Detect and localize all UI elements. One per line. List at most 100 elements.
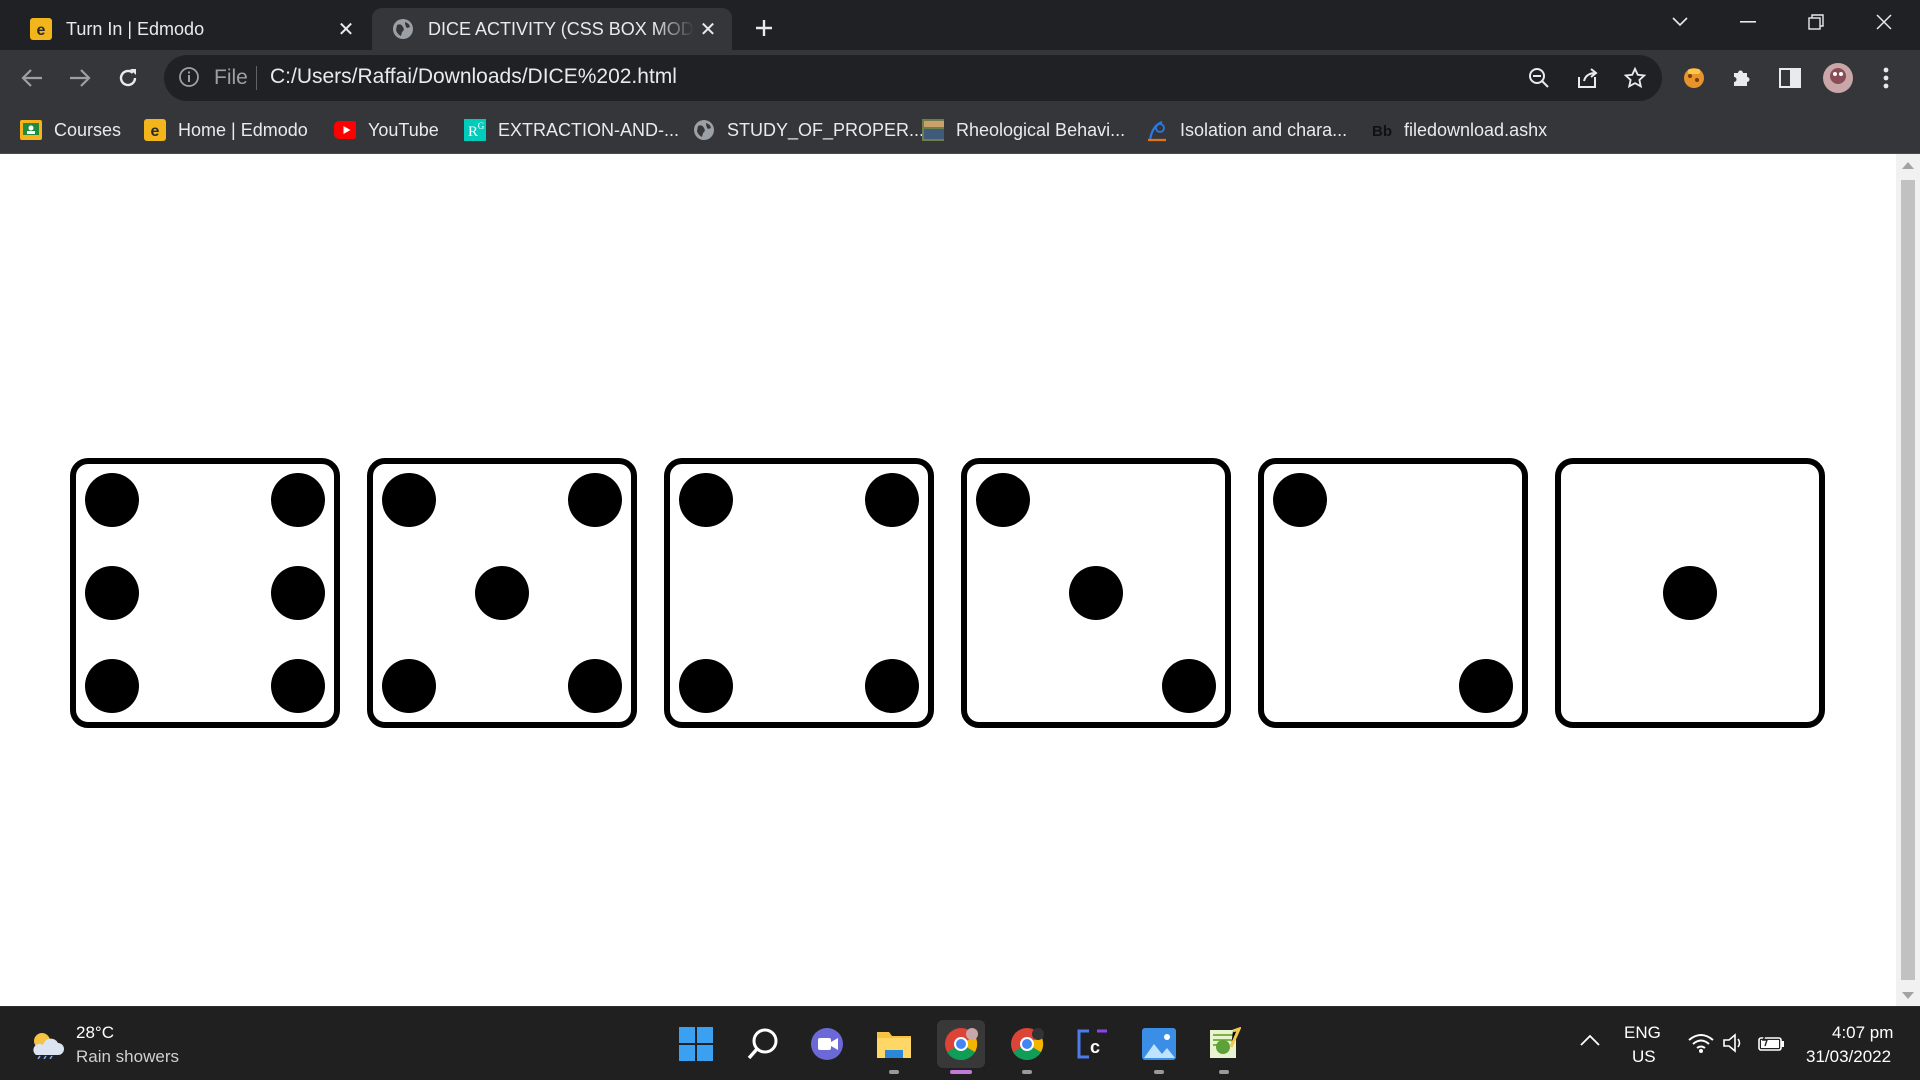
wifi-icon[interactable] bbox=[1688, 1033, 1714, 1058]
bookmark-rheological[interactable]: Rheological Behavi... bbox=[922, 116, 1125, 144]
notepad-icon[interactable] bbox=[1200, 1020, 1248, 1074]
restore-button[interactable] bbox=[1788, 0, 1844, 44]
bookmark-youtube[interactable]: YouTube bbox=[334, 116, 439, 144]
page-content bbox=[0, 154, 1896, 1006]
close-tab-icon[interactable]: ✕ bbox=[332, 15, 360, 43]
info-icon[interactable] bbox=[178, 66, 200, 93]
scroll-thumb[interactable] bbox=[1901, 180, 1915, 980]
bookmark-courses[interactable]: Courses bbox=[20, 116, 121, 144]
chrome-icon[interactable] bbox=[937, 1020, 985, 1074]
die-five bbox=[367, 458, 637, 728]
die-pip bbox=[568, 659, 622, 713]
close-window-button[interactable] bbox=[1856, 0, 1912, 44]
tab-search-chevron-icon[interactable] bbox=[1652, 0, 1708, 44]
extensions-puzzle-icon[interactable] bbox=[1724, 60, 1760, 96]
url-text[interactable]: C:/Users/Raffai/Downloads/DICE%202.html bbox=[270, 65, 677, 89]
running-indicator bbox=[1022, 1070, 1032, 1074]
side-panel-icon[interactable] bbox=[1772, 60, 1808, 96]
extension-cookie-icon[interactable] bbox=[1676, 60, 1712, 96]
svg-text:e: e bbox=[151, 123, 160, 140]
address-bar[interactable]: File C:/Users/Raffai/Downloads/DICE%202.… bbox=[164, 55, 1662, 101]
scroll-up-arrow[interactable] bbox=[1902, 162, 1914, 169]
die-pip bbox=[271, 473, 325, 527]
die-four bbox=[664, 458, 934, 728]
die-pip bbox=[475, 566, 529, 620]
weather-temperature: 28°C bbox=[76, 1023, 114, 1042]
die-pip bbox=[568, 473, 622, 527]
volume-icon[interactable] bbox=[1722, 1033, 1746, 1058]
die-pip bbox=[1069, 566, 1123, 620]
edmodo-icon: e bbox=[144, 119, 166, 141]
weather-description: Rain showers bbox=[76, 1047, 179, 1066]
bookmark-label: Home | Edmodo bbox=[178, 119, 308, 140]
blackboard-icon: Bb bbox=[1370, 119, 1392, 141]
chevron-up-icon[interactable] bbox=[1580, 1033, 1600, 1051]
chat-icon[interactable] bbox=[804, 1020, 852, 1068]
photos-icon[interactable] bbox=[1135, 1020, 1183, 1074]
start-icon[interactable] bbox=[672, 1020, 720, 1068]
tab-title: DICE ACTIVITY (CSS BOX MODEL) bbox=[428, 18, 694, 39]
tab-dice-activity[interactable]: DICE ACTIVITY (CSS BOX MODEL) ✕ bbox=[372, 8, 732, 50]
youtube-icon bbox=[334, 119, 356, 141]
file-scheme-label: File bbox=[214, 66, 248, 89]
close-tab-icon[interactable]: ✕ bbox=[694, 15, 722, 43]
globe-icon bbox=[693, 119, 715, 141]
researchgate-icon: RG bbox=[464, 119, 486, 141]
bookmark-label: YouTube bbox=[368, 119, 439, 140]
bookmark-study-of-proper[interactable]: STUDY_OF_PROPER... bbox=[693, 116, 924, 144]
journal-icon bbox=[922, 119, 944, 141]
bookmark-home-edmodo[interactable]: e Home | Edmodo bbox=[144, 116, 308, 144]
die-pip bbox=[865, 473, 919, 527]
bookmarks-bar: Courses e Home | Edmodo YouTube RG EXTRA… bbox=[0, 106, 1920, 154]
die-one bbox=[1555, 458, 1825, 728]
svg-text:c: c bbox=[1090, 1037, 1100, 1057]
share-icon[interactable] bbox=[1572, 63, 1602, 93]
rain-cloud-icon bbox=[28, 1029, 64, 1064]
tab-title: Turn In | Edmodo bbox=[66, 18, 205, 39]
die-pip bbox=[382, 659, 436, 713]
sciencedirect-icon bbox=[1146, 119, 1168, 142]
bookmark-isolation[interactable]: Isolation and chara... bbox=[1146, 116, 1347, 144]
minimize-button[interactable] bbox=[1720, 0, 1776, 44]
svg-text:e: e bbox=[37, 22, 46, 39]
running-indicator bbox=[889, 1070, 899, 1074]
die-two bbox=[1258, 458, 1528, 728]
clock-time: 4:07 pm bbox=[1832, 1023, 1894, 1042]
bookmark-extraction[interactable]: RG EXTRACTION-AND-... bbox=[464, 116, 679, 144]
zoom-out-icon[interactable] bbox=[1524, 63, 1554, 93]
active-indicator bbox=[950, 1070, 972, 1074]
die-pip bbox=[85, 659, 139, 713]
scroll-down-arrow[interactable] bbox=[1902, 992, 1914, 999]
bookmark-filedownload[interactable]: Bb filedownload.ashx bbox=[1370, 116, 1547, 144]
die-pip bbox=[1459, 659, 1513, 713]
bookmark-label: STUDY_OF_PROPER... bbox=[727, 119, 925, 140]
die-pip bbox=[85, 566, 139, 620]
bookmark-label: filedownload.ashx bbox=[1404, 119, 1548, 140]
windows-taskbar: 28°C Rain showers c ENG US 4:07 pm 31/03… bbox=[0, 1006, 1920, 1080]
profile-avatar[interactable] bbox=[1820, 60, 1856, 96]
svg-text:Bb: Bb bbox=[1372, 123, 1392, 140]
forward-button[interactable] bbox=[62, 60, 98, 96]
classroom-icon bbox=[20, 119, 42, 141]
bookmark-star-icon[interactable] bbox=[1620, 63, 1650, 93]
bookmark-label: Rheological Behavi... bbox=[956, 119, 1126, 140]
tab-turn-in-edmodo[interactable]: e Turn In | Edmodo ✕ bbox=[10, 8, 370, 50]
battery-icon[interactable] bbox=[1758, 1033, 1786, 1058]
code-icon[interactable]: c bbox=[1069, 1020, 1117, 1068]
omnibox-divider bbox=[256, 66, 257, 90]
running-indicator bbox=[1154, 1070, 1164, 1074]
bookmark-label: Courses bbox=[54, 119, 122, 140]
die-pip bbox=[382, 473, 436, 527]
bookmark-label: EXTRACTION-AND-... bbox=[498, 119, 680, 140]
edmodo-icon: e bbox=[30, 18, 52, 40]
back-button[interactable] bbox=[14, 60, 50, 96]
chrome-profile-icon[interactable] bbox=[1003, 1020, 1051, 1074]
page-scrollbar[interactable] bbox=[1896, 154, 1920, 1006]
die-pip bbox=[85, 473, 139, 527]
tab-strip: e Turn In | Edmodo ✕ DICE ACTIVITY (CSS … bbox=[0, 0, 1920, 50]
menu-kebab-icon[interactable] bbox=[1868, 60, 1904, 96]
search-icon[interactable] bbox=[739, 1020, 787, 1068]
file-explorer-icon[interactable] bbox=[870, 1020, 918, 1074]
new-tab-button[interactable] bbox=[748, 12, 780, 44]
reload-button[interactable] bbox=[110, 60, 146, 96]
